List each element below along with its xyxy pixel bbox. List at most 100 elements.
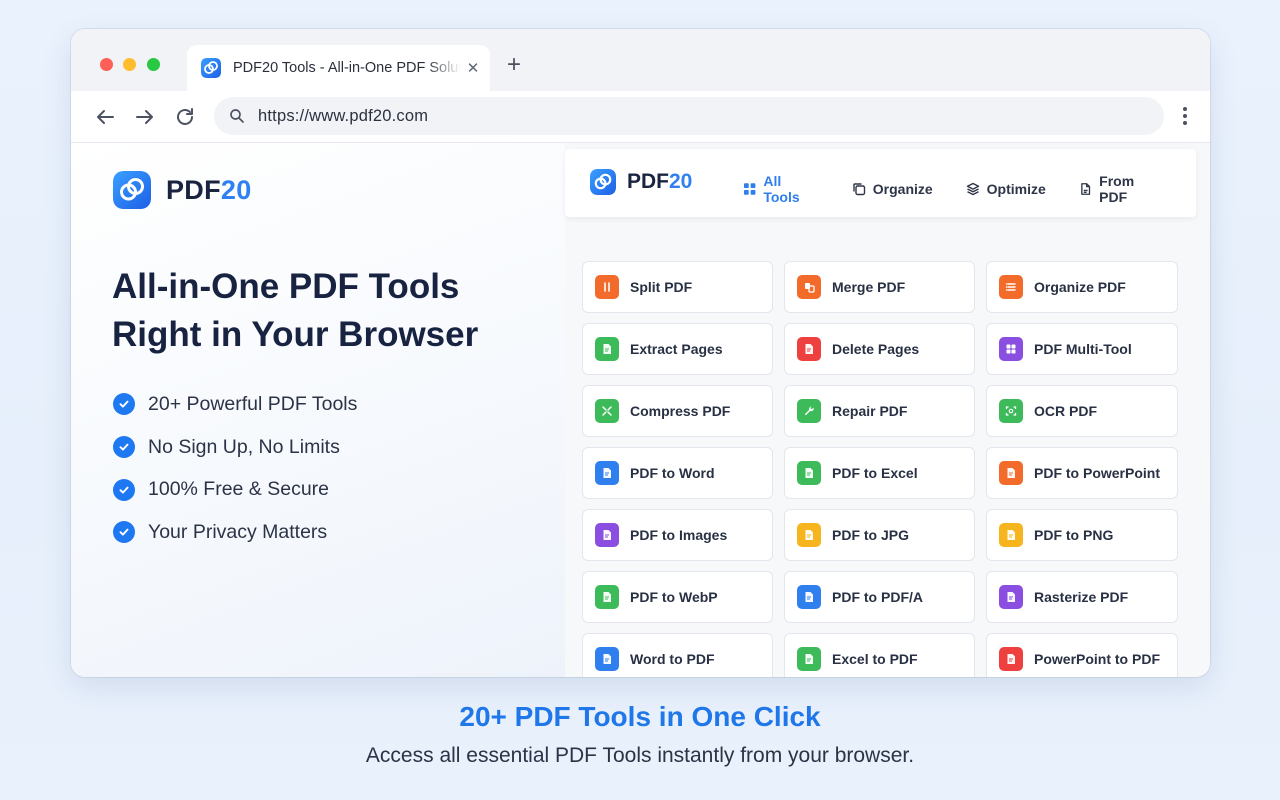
tool-label: PDF to JPG — [832, 527, 910, 543]
powerpoint-icon — [999, 461, 1023, 485]
tool-card-pdf-to-jpg[interactable]: PDF to JPG — [784, 509, 975, 561]
tool-label: Excel to PDF — [832, 651, 918, 667]
check-circle-icon — [113, 478, 135, 501]
browser-tab-active[interactable]: PDF20 Tools - All-in-One PDF Solution ✕ — [187, 45, 490, 91]
tool-card-pdf-to-images[interactable]: PDF to Images — [582, 509, 773, 561]
page-content: PDF20 All-in-One PDF Tools Right in Your… — [71, 143, 1210, 677]
new-tab-button[interactable]: + — [507, 51, 521, 79]
browser-window: PDF20 Tools - All-in-One PDF Solution ✕ … — [71, 29, 1210, 677]
app-panel: PDF20 All Tools Organize Optimize From P… — [565, 143, 1210, 677]
nav-label: From PDF — [1099, 173, 1135, 205]
feature-item: 100% Free & Secure — [113, 468, 357, 511]
multi-tool-icon — [999, 337, 1023, 361]
tool-card-pdf-to-word[interactable]: PDF to Word — [582, 447, 773, 499]
app-brand-name: PDF20 — [627, 170, 693, 193]
more-menu-icon[interactable] — [1182, 107, 1188, 127]
nav-label: Optimize — [986, 181, 1046, 197]
tool-card-pdf-to-excel[interactable]: PDF to Excel — [784, 447, 975, 499]
maximize-window-button[interactable] — [147, 58, 160, 71]
feature-text: 20+ Powerful PDF Tools — [148, 392, 358, 415]
search-icon — [230, 109, 244, 123]
rasterize-icon — [999, 585, 1023, 609]
tool-label: PDF to PowerPoint — [1034, 465, 1160, 481]
tool-card-compress-pdf[interactable]: Compress PDF — [582, 385, 773, 437]
feature-item: 20+ Powerful PDF Tools — [113, 383, 357, 426]
forward-arrow-icon[interactable] — [133, 105, 157, 129]
tool-grid: Split PDF Merge PDF Organize PDF Extract Pa… — [582, 261, 1180, 677]
nav-optimize[interactable]: Optimize — [966, 173, 1046, 205]
hero-panel: PDF20 All-in-One PDF Tools Right in Your… — [71, 143, 565, 677]
hero-title: All-in-One PDF Tools Right in Your Brows… — [112, 263, 552, 359]
nav-from-pdf[interactable]: From PDF — [1079, 173, 1163, 205]
caption-title: 20+ PDF Tools in One Click — [459, 701, 821, 732]
address-bar[interactable]: https://www.pdf20.com — [214, 97, 1164, 135]
tool-card-ocr-pdf[interactable]: OCR PDF — [986, 385, 1178, 437]
tab-close-icon[interactable]: ✕ — [465, 59, 481, 77]
tool-label: Merge PDF — [832, 279, 906, 295]
layers-icon — [966, 182, 979, 196]
list-icon — [999, 275, 1023, 299]
tool-card-extract-pages[interactable]: Extract Pages — [582, 323, 773, 375]
tool-card-rasterize-pdf[interactable]: Rasterize PDF — [986, 571, 1178, 623]
feature-item: Your Privacy Matters — [113, 511, 357, 554]
close-window-button[interactable] — [100, 58, 113, 71]
back-arrow-icon[interactable] — [93, 105, 117, 129]
delete-icon — [797, 337, 821, 361]
tool-label: Split PDF — [630, 279, 693, 295]
feature-list: 20+ Powerful PDF Tools No Sign Up, No Li… — [113, 383, 357, 554]
tool-label: OCR PDF — [1034, 403, 1097, 419]
file-icon — [1080, 183, 1090, 195]
tool-label: PDF to Word — [630, 465, 715, 481]
feature-text: 100% Free & Secure — [148, 478, 330, 501]
images-icon — [595, 523, 619, 547]
tool-card-powerpoint-to-pdf[interactable]: PowerPoint to PDF — [986, 633, 1178, 677]
compress-icon — [595, 399, 619, 423]
wrench-icon — [797, 399, 821, 423]
tool-card-excel-to-pdf[interactable]: Excel to PDF — [784, 633, 975, 677]
tool-label: Compress PDF — [630, 403, 731, 419]
powerpoint-doc-icon — [999, 647, 1023, 671]
app-nav: All Tools Organize Optimize From PDF — [743, 173, 1196, 205]
tool-label: PDF to Images — [630, 527, 728, 543]
caption-subtitle: Access all essential PDF Tools instantly… — [365, 744, 915, 767]
tool-card-delete-pages[interactable]: Delete Pages — [784, 323, 975, 375]
tool-card-split-pdf[interactable]: Split PDF — [582, 261, 773, 313]
hero-title-line-2: Right in Your Browser — [112, 315, 479, 354]
tab-title: PDF20 Tools - All-in-One PDF Solution — [233, 60, 461, 76]
feature-text: No Sign Up, No Limits — [148, 435, 340, 458]
app-brand[interactable]: PDF20 — [590, 169, 692, 195]
pdf20-logo-icon — [113, 171, 151, 209]
jpg-icon — [797, 523, 821, 547]
tool-card-organize-pdf[interactable]: Organize PDF — [986, 261, 1178, 313]
tool-card-pdf-multi-tool[interactable]: PDF Multi-Tool — [986, 323, 1178, 375]
tool-label: Organize PDF — [1034, 279, 1126, 295]
reload-icon[interactable] — [173, 105, 197, 129]
hero-title-line-1: All-in-One PDF Tools — [112, 267, 460, 306]
tool-label: PDF to PDF/A — [832, 589, 923, 605]
browser-toolbar: https://www.pdf20.com — [71, 91, 1210, 143]
url-text[interactable]: https://www.pdf20.com — [258, 107, 428, 126]
tool-card-pdf-to-png[interactable]: PDF to PNG — [986, 509, 1178, 561]
tool-card-pdf-to-powerpoint[interactable]: PDF to PowerPoint — [986, 447, 1178, 499]
nav-organize[interactable]: Organize — [852, 173, 933, 205]
word-doc-icon — [595, 647, 619, 671]
grid-icon — [743, 183, 756, 195]
split-icon — [595, 275, 619, 299]
tool-card-pdf-to-webp[interactable]: PDF to WebP — [582, 571, 773, 623]
app-header: PDF20 All Tools Organize Optimize From P… — [565, 149, 1196, 217]
minimize-window-button[interactable] — [123, 58, 136, 71]
hero-brand: PDF20 — [113, 171, 252, 209]
tool-card-repair-pdf[interactable]: Repair PDF — [784, 385, 975, 437]
extract-icon — [595, 337, 619, 361]
tool-card-merge-pdf[interactable]: Merge PDF — [784, 261, 975, 313]
tool-label: Word to PDF — [630, 651, 715, 667]
tool-card-word-to-pdf[interactable]: Word to PDF — [582, 633, 773, 677]
copy-icon — [853, 183, 865, 196]
tool-label: Delete Pages — [832, 341, 920, 357]
tool-label: Rasterize PDF — [1034, 589, 1129, 605]
tool-label: Repair PDF — [832, 403, 908, 419]
tool-label: PDF to WebP — [630, 589, 718, 605]
tool-card-pdf-to-pdf-a[interactable]: PDF to PDF/A — [784, 571, 975, 623]
pdf20-logo-icon — [590, 169, 616, 195]
nav-all-tools[interactable]: All Tools — [743, 173, 819, 205]
